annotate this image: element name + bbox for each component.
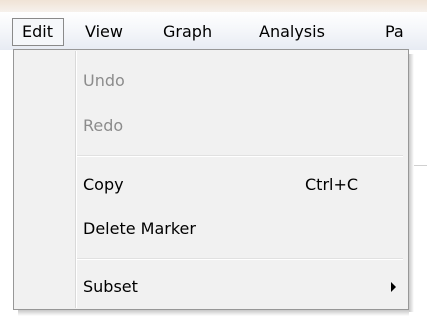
menu-edit[interactable]: Edit bbox=[12, 18, 64, 46]
background-area bbox=[0, 50, 13, 318]
edit-dropdown-menu: Undo Redo Copy Ctrl+C Delete Marker Subs… bbox=[13, 49, 409, 310]
menu-item-subset-label: Subset bbox=[83, 277, 138, 296]
menu-item-delete-marker-label: Delete Marker bbox=[83, 219, 196, 238]
menu-graph-label: Graph bbox=[163, 22, 213, 41]
menu-item-copy[interactable]: Copy Ctrl+C bbox=[16, 169, 406, 201]
submenu-arrow-icon bbox=[391, 282, 396, 292]
menu-item-copy-shortcut: Ctrl+C bbox=[305, 175, 359, 194]
menu-item-copy-label: Copy bbox=[83, 175, 124, 194]
menu-item-redo[interactable]: Redo bbox=[16, 110, 406, 142]
menu-item-redo-label: Redo bbox=[83, 116, 124, 135]
menu-item-undo[interactable]: Undo bbox=[16, 65, 406, 97]
background-rule bbox=[414, 165, 427, 166]
menu-separator bbox=[77, 155, 403, 157]
menu-edit-label: Edit bbox=[22, 22, 53, 41]
dropdown-shadow-bottom bbox=[18, 310, 409, 316]
window-top-edge bbox=[0, 0, 427, 12]
menu-graph[interactable]: Graph bbox=[163, 19, 212, 45]
menu-view-label: View bbox=[85, 22, 123, 41]
menu-pa-label: Pa bbox=[385, 22, 404, 41]
menu-item-delete-marker[interactable]: Delete Marker bbox=[16, 213, 406, 245]
menu-analysis-label: Analysis bbox=[259, 22, 325, 41]
menu-item-undo-label: Undo bbox=[83, 71, 125, 90]
menu-separator bbox=[77, 258, 403, 260]
menu-item-subset[interactable]: Subset bbox=[16, 271, 406, 303]
dropdown-shadow bbox=[409, 54, 414, 312]
menu-view[interactable]: View bbox=[85, 19, 123, 45]
menu-analysis[interactable]: Analysis bbox=[259, 19, 325, 45]
menu-bar: Edit View Graph Analysis Pa bbox=[0, 12, 427, 50]
menu-pa[interactable]: Pa bbox=[385, 19, 404, 45]
